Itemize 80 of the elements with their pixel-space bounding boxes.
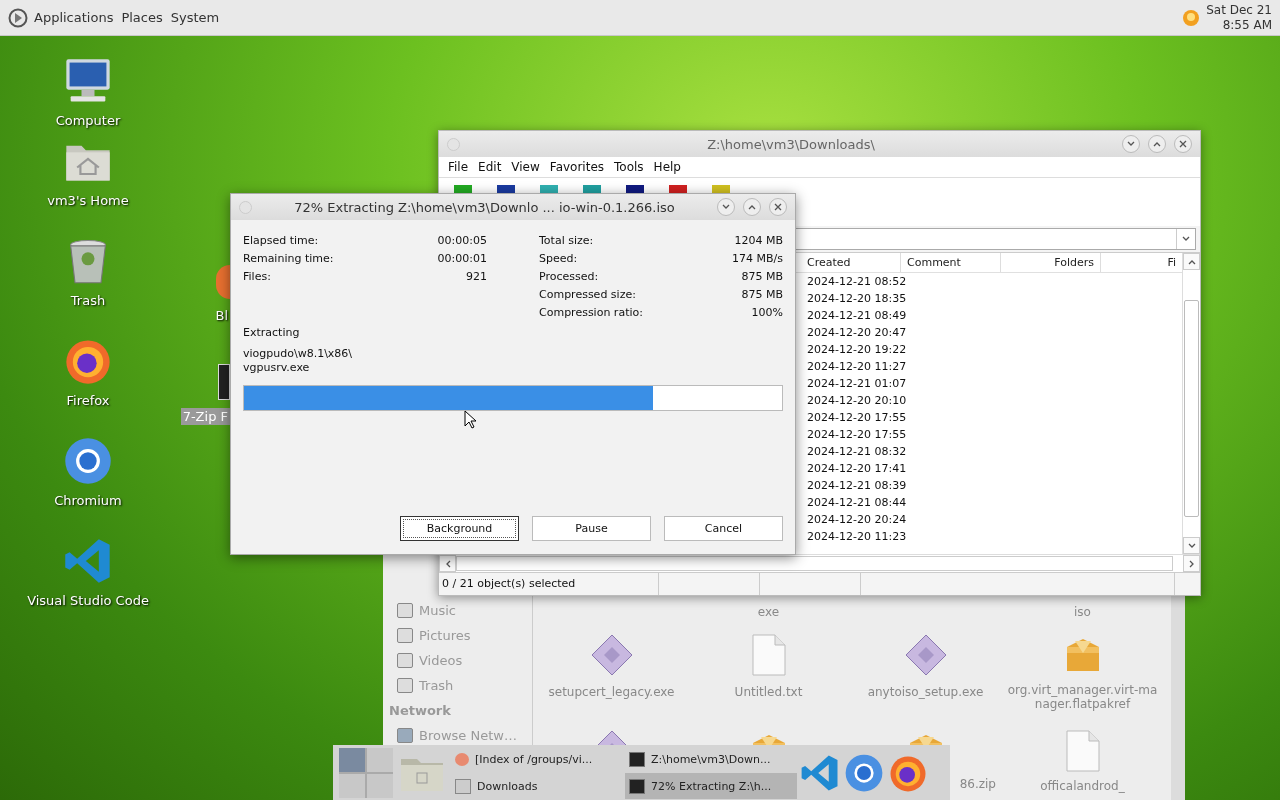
table-cell-text: 2024-12-21 08:52 xyxy=(806,274,908,290)
executable-icon xyxy=(589,633,634,677)
stat-label: Compression ratio: xyxy=(539,306,643,321)
table-cell-text: 2024-12-20 17:55 xyxy=(806,427,908,443)
sidebar-heading: Network xyxy=(389,702,452,720)
table-cell-text: 2024-12-20 17:41 xyxy=(806,461,908,477)
panel-menu[interactable]: Applications xyxy=(34,10,114,25)
taskbar-button[interactable]: 72% Extracting Z:\h... xyxy=(625,773,797,799)
desktop-icon-label[interactable]: Chromium xyxy=(54,493,122,508)
clock-time[interactable]: 8:55 AM xyxy=(1222,17,1272,33)
current-file: vgpusrv.exe xyxy=(243,361,311,374)
window-title: Z:\home\vm3\Downloads\ xyxy=(706,136,876,152)
menu-item[interactable]: Help xyxy=(648,159,686,175)
panel-menu[interactable]: Places xyxy=(121,10,163,25)
table-cell-text: 2024-12-20 20:24 xyxy=(806,512,908,528)
stat-label: Elapsed time: xyxy=(243,234,319,249)
menu-item[interactable]: View xyxy=(506,159,545,175)
table-cell-text: 2024-12-20 20:10 xyxy=(806,393,908,409)
desktop-icon-label[interactable]: Visual Studio Code xyxy=(27,593,149,608)
dialog-button[interactable]: Background xyxy=(400,516,519,541)
stat-label: Speed: xyxy=(539,252,578,267)
stat-value: 875 MB xyxy=(741,288,783,303)
column-header[interactable]: Fi xyxy=(1101,253,1182,272)
stat-label: Files: xyxy=(243,270,271,285)
table-cell-text: 2024-12-20 18:35 xyxy=(806,291,908,307)
window-title: 72% Extracting Z:\home\vm3\Downlo ... io-win-0.1.266.iso xyxy=(293,199,676,215)
stat-value: 1204 MB xyxy=(734,234,783,249)
current-path: viogpudo\w8.1\x86\ xyxy=(243,347,354,360)
operation-label: Extracting xyxy=(243,326,301,339)
column-header[interactable]: Folders xyxy=(1001,253,1101,272)
menu-item[interactable]: Edit xyxy=(473,159,507,175)
stat-label: Compressed size: xyxy=(539,288,636,303)
desktop-icon-label[interactable]: vm3's Home xyxy=(47,193,129,208)
table-cell-text: 2024-12-21 08:32 xyxy=(806,444,908,460)
table-cell-text: 2024-12-20 11:23 xyxy=(806,529,908,545)
archive-app-icon[interactable] xyxy=(218,364,230,400)
desktop-icon-label[interactable]: Computer xyxy=(55,113,121,128)
workspace-switcher[interactable] xyxy=(339,747,393,798)
table-cell-text: 2024-12-21 08:49 xyxy=(806,308,908,324)
menu-item[interactable]: Favorites xyxy=(544,159,610,175)
scrollbar[interactable] xyxy=(1182,253,1200,554)
stat-value: 00:00:01 xyxy=(437,252,487,267)
menu-item[interactable]: File xyxy=(443,159,474,175)
stat-value: 875 MB xyxy=(741,270,783,285)
text-file-icon xyxy=(750,633,787,677)
status-text: 0 / 21 object(s) selected xyxy=(439,573,659,595)
desktop-icon-label[interactable]: Firefox xyxy=(66,393,110,408)
stat-label: Remaining time: xyxy=(243,252,334,267)
taskbar-button[interactable]: Downloads xyxy=(451,773,623,799)
table-cell-text: 2024-12-21 01:07 xyxy=(806,376,908,392)
clock-date[interactable]: Sat Dec 21 xyxy=(1206,2,1272,18)
taskbar-button[interactable]: [Index of /groups/vi... xyxy=(451,746,623,772)
file-name: iso xyxy=(1073,604,1092,621)
distribution-logo-icon[interactable] xyxy=(8,7,28,28)
stat-value: 100% xyxy=(751,306,783,321)
desktop-icon-label[interactable]: Trash xyxy=(70,293,106,308)
scrollbar[interactable] xyxy=(439,554,1200,572)
menu-item[interactable]: Tools xyxy=(609,159,649,175)
stat-value: 00:00:05 xyxy=(437,234,487,249)
executable-icon xyxy=(903,633,948,677)
table-cell-text: 2024-12-20 17:55 xyxy=(806,410,908,426)
panel-menu[interactable]: System xyxy=(170,10,220,25)
table-cell-text: 2024-12-20 11:27 xyxy=(806,359,908,375)
table-cell-text: 2024-12-20 20:47 xyxy=(806,325,908,341)
table-cell-text: 2024-12-20 19:22 xyxy=(806,342,908,358)
table-cell-text: 2024-12-21 08:44 xyxy=(806,495,908,511)
text-file-icon xyxy=(1064,729,1101,773)
stat-value: 174 MB/s xyxy=(732,252,783,267)
column-header[interactable]: Created xyxy=(801,253,901,272)
taskbar-button[interactable]: Z:\home\vm3\Down... xyxy=(625,746,797,772)
chromium-icon xyxy=(62,435,114,487)
table-cell-text: 2024-12-21 08:39 xyxy=(806,478,908,494)
file-name: exe xyxy=(756,604,781,621)
scrollbar[interactable] xyxy=(1171,595,1185,800)
dialog-button[interactable]: Pause xyxy=(532,516,651,541)
dialog-button[interactable]: Cancel xyxy=(664,516,783,541)
stat-label: Processed: xyxy=(539,270,599,285)
column-header[interactable]: Comment xyxy=(901,253,1001,272)
stat-value: 921 xyxy=(466,270,487,285)
stat-label: Total size: xyxy=(539,234,594,249)
